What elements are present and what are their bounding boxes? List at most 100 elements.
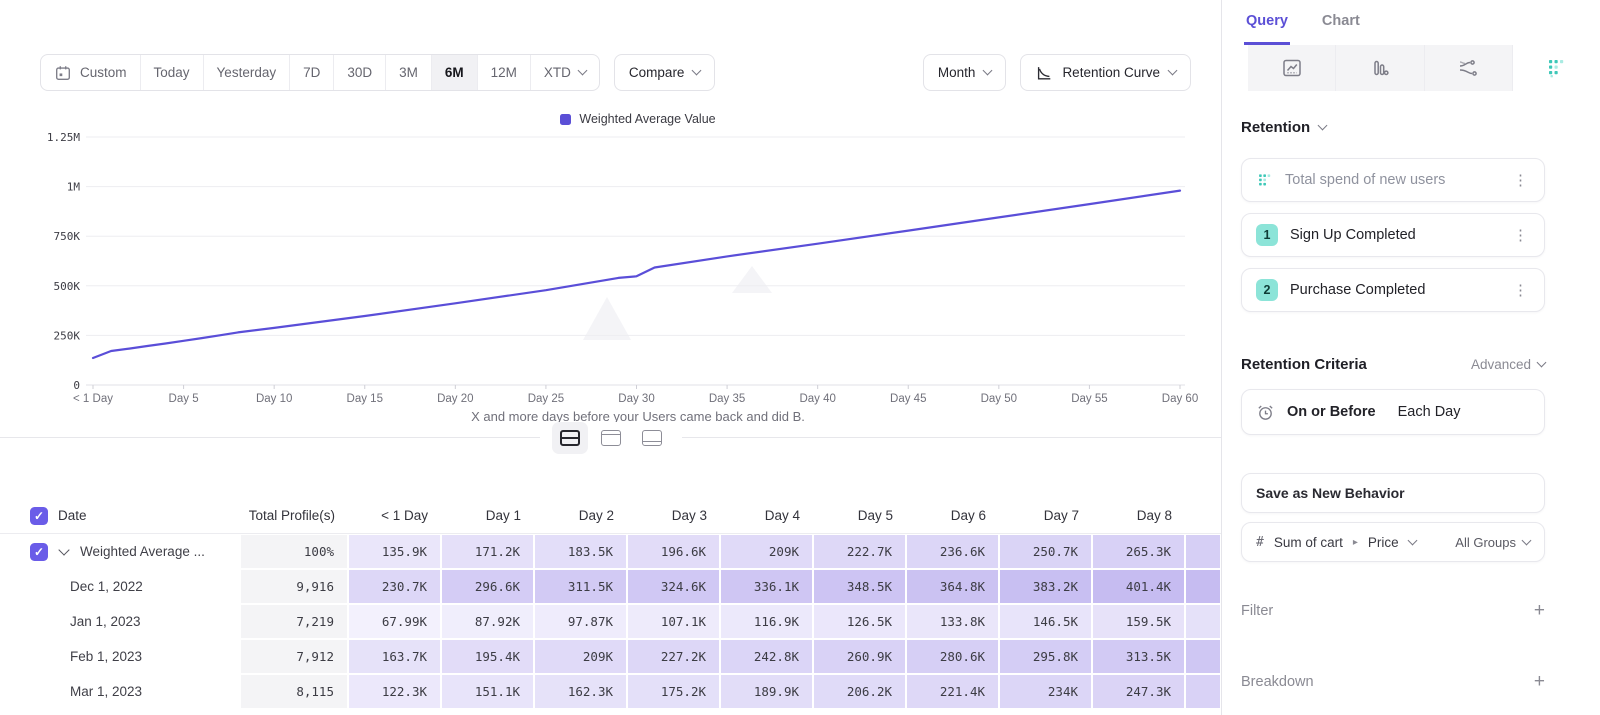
retention-value: 175.2K [628,675,719,708]
compare-button[interactable]: Compare [614,54,716,91]
retention-value: 171.2K [442,535,533,568]
range-3m[interactable]: 3M [386,55,432,90]
retention-value-cell: 122.3K [348,674,441,709]
select-all-checkbox[interactable]: ✓ [30,507,48,525]
table-row: Feb 1, 20237,912163.7K195.4K209K227.2K24… [0,639,1221,674]
range-label: 6M [445,65,464,80]
row-checkbox[interactable]: ✓ [30,543,48,561]
behavior-card[interactable]: Total spend of new users ⋮ [1241,158,1545,202]
retention-value: 364.8K [907,570,998,603]
range-yesterday[interactable]: Yesterday [204,55,291,90]
row-expander-icon[interactable] [58,544,69,555]
retention-value-cell: 242.8K [720,639,813,674]
behavior-step-1[interactable]: 1 Sign Up Completed ⋮ [1241,213,1545,257]
flows-tile[interactable] [1425,45,1513,91]
criteria-condition[interactable]: On or Before [1287,404,1376,420]
retention-value-cell: 151.1K [441,674,534,709]
row-date-cell: Mar 1, 2023 [0,674,240,709]
range-label: XTD [544,65,571,80]
advanced-dropdown[interactable]: Advanced [1471,357,1545,372]
row-date-label: Feb 1, 2023 [30,649,142,664]
retention-value-cell: 221.4K [906,674,999,709]
x-axis-tick-label: Day 25 [528,393,564,405]
row-total-value: 100% [241,535,347,568]
split-view-toggle[interactable] [552,422,588,454]
kebab-menu-icon[interactable]: ⋮ [1511,226,1530,244]
retention-value-cell: 250.7K [999,534,1092,569]
toolbar: Custom Today Yesterday7D30D 3M 6M 12M XTD Com… [40,54,1191,91]
retention-value-cell: 236.6K [906,534,999,569]
range-label: 12M [491,65,517,80]
retention-value: 295.8K [1000,640,1091,673]
range-xtd[interactable]: XTD [531,55,599,90]
retention-value-cell: 162.3K [534,674,627,709]
tab-query[interactable]: Query [1244,0,1290,45]
criteria-card[interactable]: On or Before Each Day [1241,389,1545,435]
table-only-view-toggle[interactable] [634,422,670,454]
day-header-label: Day 4 [720,508,813,523]
range-6m[interactable]: 6M [432,55,478,90]
y-axis-tick-label: 500K [54,280,81,293]
range-12m[interactable]: 12M [478,55,531,90]
range-30d[interactable]: 30D [334,55,386,90]
partial-next-day-cell [1185,674,1221,709]
chevron-down-icon [1522,535,1532,545]
retention-value: 260.9K [814,640,905,673]
range-today[interactable]: Today [141,55,204,90]
behavior-step-2[interactable]: 2 Purchase Completed ⋮ [1241,268,1545,312]
chart-only-view-toggle[interactable] [593,422,629,454]
range-label: 3M [399,65,418,80]
x-axis-tick-label: Day 15 [347,393,383,405]
save-as-new-behavior-button[interactable]: Save as New Behavior [1241,473,1545,513]
criteria-window[interactable]: Each Day [1398,404,1461,420]
bar-chart-tile[interactable] [1336,45,1424,91]
row-date-cell: Jan 1, 2023 [0,604,240,639]
retention-value-cell: 146.5K [999,604,1092,639]
retention-value: 183.5K [535,535,626,568]
day-header-cell: Day 8 [1092,508,1185,523]
granularity-button[interactable]: Month [923,54,1007,91]
day-header-label: Day 6 [906,508,999,523]
kebab-menu-icon[interactable]: ⋮ [1511,171,1530,189]
range-label: Today [154,65,190,80]
retention-value-cell: 196.6K [627,534,720,569]
retention-value: 383.2K [1000,570,1091,603]
x-axis-tick-label: Day 40 [799,393,835,405]
day-header-cell: Day 6 [906,508,999,523]
day-header-cell: Day 7 [999,508,1092,523]
retention-value: 348.5K [814,570,905,603]
date-range-control: Custom Today Yesterday7D30D 3M 6M 12M XTD [40,54,600,91]
chevron-down-icon [1318,121,1328,131]
add-filter-button[interactable]: + [1534,600,1545,622]
retention-value-cell: 227.2K [627,639,720,674]
retention-value-cell: 163.7K [348,639,441,674]
line-chart-tile[interactable] [1248,45,1336,91]
chart-only-view-icon [601,430,621,446]
tab-chart[interactable]: Chart [1320,0,1362,45]
tab-chart-label: Chart [1322,13,1360,29]
retention-value: 221.4K [907,675,998,708]
retention-value-cell: 206.2K [813,674,906,709]
all-groups-dropdown[interactable]: All Groups [1455,535,1530,550]
retention-value: 265.3K [1093,535,1184,568]
row-date-cell: Dec 1, 2022 [0,569,240,604]
table-section: ✓ Date Total Profile(s) < 1 DayDay 1Day … [0,437,1221,715]
date-header-label: Date [58,508,87,523]
retention-tile[interactable] [1513,45,1600,91]
retention-value-cell: 67.99K [348,604,441,639]
retention-value: 209K [721,535,812,568]
line-chart-icon [1281,57,1303,79]
retention-value-cell: 116.9K [720,604,813,639]
kebab-menu-icon[interactable]: ⋮ [1511,281,1530,299]
chart-type-button[interactable]: Retention Curve [1020,54,1191,91]
retention-value: 67.99K [349,605,440,638]
retention-value: 107.1K [628,605,719,638]
retention-section-dropdown[interactable]: Retention [1241,119,1545,136]
range-7d[interactable]: 7D [290,55,334,90]
add-breakdown-button[interactable]: + [1534,671,1545,693]
retention-value: 196.6K [628,535,719,568]
step-number-badge: 1 [1256,224,1278,246]
metric-card[interactable]: # Sum of cart ▸ Price All Groups [1241,522,1545,562]
range-custom[interactable]: Custom [41,55,141,90]
retention-value-cell: 311.5K [534,569,627,604]
